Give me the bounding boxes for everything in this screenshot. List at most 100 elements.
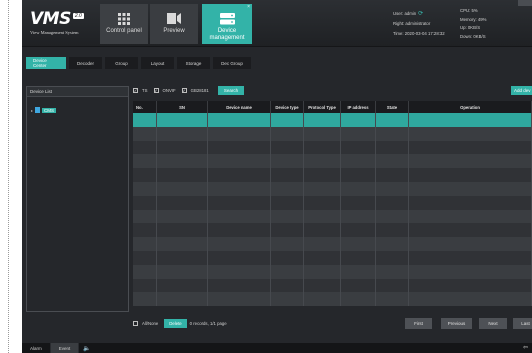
table-cell [341, 209, 376, 224]
window-control-button[interactable] [518, 0, 532, 6]
tab-dec-group[interactable]: Dec Group [213, 57, 251, 69]
table-row[interactable] [133, 181, 532, 196]
column-header[interactable]: Protocol Type [304, 101, 341, 113]
tab-storage[interactable]: Storage [177, 57, 210, 69]
table-cell [341, 264, 376, 279]
sub-tabs: Device Center Decoder Group Layout Stora… [26, 57, 251, 69]
table-row[interactable] [133, 126, 532, 141]
column-header[interactable]: No. [133, 101, 157, 113]
right-text: Right: administrator [393, 21, 431, 26]
table-cell [157, 209, 208, 224]
table-cell [133, 154, 157, 169]
column-header[interactable]: IP address [341, 101, 376, 113]
table-cell [341, 154, 376, 169]
table-cell [208, 181, 271, 196]
table-cell [157, 292, 208, 307]
table-cell [376, 292, 409, 307]
table-row[interactable] [133, 195, 532, 210]
last-page-button[interactable]: Last [513, 318, 532, 329]
table-row[interactable] [133, 278, 532, 293]
table-row[interactable] [133, 223, 532, 238]
speaker-icon[interactable]: 🔈 [83, 345, 90, 352]
column-header[interactable]: Operation [409, 101, 532, 113]
tree-node-cms[interactable]: ▸ CMS [31, 107, 57, 113]
search-button[interactable]: Search [217, 86, 245, 95]
column-header[interactable]: Device type [271, 101, 304, 113]
checkbox-onvif[interactable]: ✓ [153, 88, 159, 93]
table-cell [304, 250, 341, 265]
tab-decoder[interactable]: Decoder [69, 57, 102, 69]
table-row[interactable] [133, 209, 532, 224]
device-list-title: Device List [27, 87, 128, 97]
previous-page-button[interactable]: Previous [441, 318, 472, 329]
table-cell [157, 113, 208, 127]
tab-layout[interactable]: Layout [141, 57, 174, 69]
table-cell [271, 278, 304, 293]
table-cell [271, 250, 304, 265]
table-cell [133, 223, 157, 238]
table-row[interactable] [133, 292, 532, 307]
table-cell [304, 181, 341, 196]
table-cell [409, 264, 532, 279]
table-cell [304, 264, 341, 279]
up-text: Up: 0KB/S [460, 25, 481, 30]
table-cell [409, 250, 532, 265]
logo: VMS 2.0 View Management System [30, 9, 110, 39]
table-row[interactable] [133, 250, 532, 265]
tab-group[interactable]: Group [105, 57, 138, 69]
table-cell [376, 140, 409, 155]
table-cell [376, 264, 409, 279]
cpu-text: CPU: 5% [460, 8, 478, 13]
tree-node-label: CMS [42, 107, 57, 113]
filter-label-ts: TS [142, 88, 148, 93]
select-all-checkbox[interactable] [133, 321, 138, 326]
table-cell [133, 168, 157, 182]
add-device-button[interactable]: Add dev [511, 86, 532, 95]
column-header[interactable]: Device name [208, 101, 271, 113]
delete-button[interactable]: Delete [164, 319, 187, 328]
next-page-button[interactable]: Next [479, 318, 507, 329]
table-cell [271, 264, 304, 279]
tab-event[interactable]: Event [50, 343, 80, 353]
table-cell [409, 140, 532, 155]
column-header[interactable]: State [376, 101, 409, 113]
table-row[interactable] [133, 264, 532, 279]
checkbox-gb28181[interactable]: ✓ [181, 88, 187, 93]
module-device-management[interactable]: × Device management [202, 4, 252, 44]
table-cell [157, 223, 208, 238]
tab-alarm[interactable]: Alarm [22, 343, 51, 353]
tab-device-center[interactable]: Device Center [26, 57, 66, 69]
table-cell [304, 223, 341, 238]
module-preview[interactable]: Preview [150, 4, 198, 44]
table-row[interactable] [133, 237, 532, 251]
module-label: Preview [163, 28, 185, 34]
table-cell [341, 126, 376, 141]
table-cell [376, 168, 409, 182]
module-control-panel[interactable]: Control panel [100, 4, 148, 44]
table-row[interactable] [133, 140, 532, 155]
first-page-button[interactable]: First [405, 318, 432, 329]
refresh-icon[interactable]: ⟳ [418, 11, 423, 17]
table-cell [133, 140, 157, 155]
table-cell [208, 237, 271, 251]
table-cell [304, 168, 341, 182]
expand-icon[interactable]: ▸ [31, 108, 33, 113]
close-icon[interactable]: × [247, 4, 250, 11]
table-cell [271, 237, 304, 251]
table-row[interactable] [133, 154, 532, 169]
table-footer: All/None Delete 0 records, 1/1 page [133, 319, 227, 328]
table-cell [376, 154, 409, 169]
table-row[interactable] [133, 168, 532, 182]
table-row[interactable] [133, 113, 532, 127]
table-cell [208, 168, 271, 182]
video-camera-icon [167, 9, 181, 28]
table-cell [376, 126, 409, 141]
column-header[interactable]: SN [157, 101, 208, 113]
grid-icon [118, 9, 130, 28]
table-cell [304, 154, 341, 169]
table-cell [157, 264, 208, 279]
table-cell [157, 140, 208, 155]
user-text: User: admin [393, 11, 417, 16]
arrow-icon[interactable]: ⇦ [523, 344, 528, 351]
checkbox-ts[interactable]: ✓ [133, 88, 138, 93]
